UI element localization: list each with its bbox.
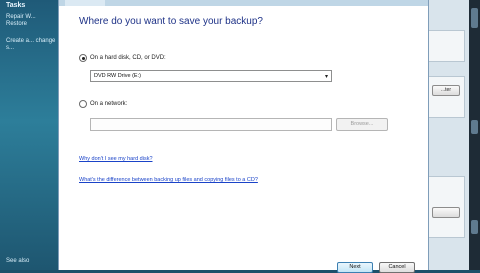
difference-link[interactable]: What's the difference between backing up… xyxy=(79,177,258,183)
radio-hard-disk[interactable] xyxy=(79,54,87,62)
cancel-button[interactable]: Cancel xyxy=(379,262,415,273)
see-also-heading: See also xyxy=(6,258,30,264)
page-title: Where do you want to save your backup? xyxy=(79,16,263,27)
network-path-input[interactable] xyxy=(90,118,332,131)
background-task-pane: Tasks Repair W... Restore Create a... ch… xyxy=(0,0,58,270)
background-panel xyxy=(427,176,465,238)
scrollbar-thumb[interactable] xyxy=(471,8,478,28)
background-content-pane: ...ter xyxy=(427,0,480,270)
background-panel xyxy=(427,30,465,62)
background-button[interactable]: ...ter xyxy=(432,85,460,96)
task-link-create[interactable]: Create a... change s... xyxy=(6,38,56,52)
option-network[interactable]: On a network: xyxy=(79,100,127,108)
background-panel: ...ter xyxy=(427,76,465,118)
dropdown-arrow-icon: ▾ xyxy=(324,74,328,80)
tasks-heading: Tasks xyxy=(6,2,26,9)
why-no-hard-disk-link[interactable]: Why don't I see my hard disk? xyxy=(79,156,153,162)
backup-wizard-dialog: Where do you want to save your backup? O… xyxy=(58,0,429,273)
scrollbar-thumb[interactable] xyxy=(471,220,478,234)
background-button[interactable] xyxy=(432,207,460,218)
back-button[interactable] xyxy=(65,0,105,6)
drive-dropdown-value: DVD RW Drive (E:) xyxy=(94,72,141,79)
next-button[interactable]: Next xyxy=(337,262,373,273)
radio-network[interactable] xyxy=(79,100,87,108)
option-network-label: On a network: xyxy=(90,101,128,107)
drive-dropdown[interactable]: DVD RW Drive (E:) ▾ xyxy=(90,70,332,82)
option-hard-disk[interactable]: On a hard disk, CD, or DVD: xyxy=(79,54,166,62)
option-hard-disk-label: On a hard disk, CD, or DVD: xyxy=(90,55,166,61)
task-link-repair[interactable]: Repair W... Restore xyxy=(6,14,56,28)
background-scrollbar[interactable] xyxy=(469,0,480,270)
scrollbar-thumb[interactable] xyxy=(471,120,478,134)
dialog-top-bar xyxy=(59,0,428,6)
browse-button[interactable]: Browse... xyxy=(336,118,388,131)
